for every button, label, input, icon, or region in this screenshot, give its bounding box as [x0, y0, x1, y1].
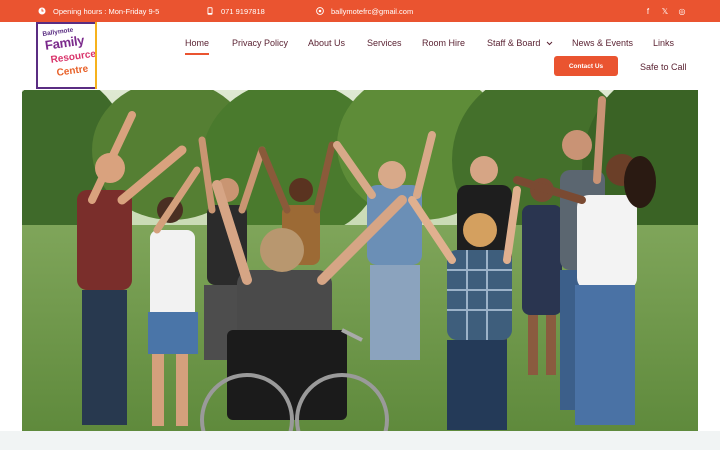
at-sign-icon	[316, 7, 324, 15]
facebook-icon[interactable]: f	[642, 0, 654, 22]
nav-item-privacy-policy[interactable]: Privacy Policy	[232, 38, 288, 48]
nav-item-home[interactable]: Home	[185, 38, 209, 48]
clock-icon	[38, 7, 46, 15]
x-icon[interactable]: 𝕏	[659, 0, 671, 22]
email[interactable]: ballymotefrc@gmail.com	[316, 0, 413, 22]
active-indicator	[185, 53, 209, 55]
nav-item-links[interactable]: Links	[653, 38, 674, 48]
instagram-icon[interactable]: ◎	[676, 0, 688, 22]
safe-to-call-link[interactable]: Safe to Call	[640, 62, 687, 72]
site-header: Ballymote Family Resource Centre Home Pr…	[0, 22, 720, 90]
email-address[interactable]: ballymotefrc@gmail.com	[331, 7, 413, 16]
nav-item-about-us[interactable]: About Us	[308, 38, 345, 48]
nav-item-staff-board[interactable]: Staff & Board	[487, 38, 553, 48]
top-info-bar: Opening hours : Mon-Friday 9-5 071 91978…	[0, 0, 720, 22]
nav-item-news-events[interactable]: News & Events	[572, 38, 633, 48]
mobile-phone-icon	[206, 7, 214, 15]
phone-number[interactable]: 071 9197818	[221, 7, 265, 16]
group-photo-illustration	[22, 90, 698, 431]
opening-hours-text: Opening hours : Mon-Friday 9-5	[53, 6, 160, 16]
nav-item-label: Staff & Board	[487, 38, 541, 48]
opening-hours: Opening hours : Mon-Friday 9-5	[38, 0, 159, 22]
nav-item-room-hire[interactable]: Room Hire	[422, 38, 465, 48]
nav-item-services[interactable]: Services	[367, 38, 402, 48]
contact-us-button[interactable]: Contact Us	[554, 56, 618, 76]
phone[interactable]: 071 9197818	[206, 0, 265, 22]
hero-image	[22, 90, 698, 431]
chevron-down-icon	[546, 38, 553, 48]
section-strip	[0, 431, 720, 450]
